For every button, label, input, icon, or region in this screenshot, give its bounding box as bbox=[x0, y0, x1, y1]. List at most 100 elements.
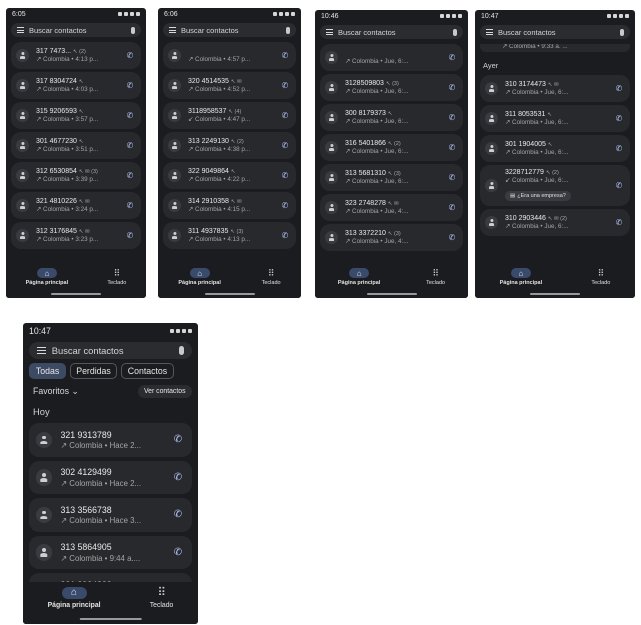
contact-avatar[interactable] bbox=[325, 51, 338, 64]
phone-call-icon[interactable]: ✆ bbox=[279, 81, 291, 90]
call-log-entry-partial[interactable]: ↗ Colombia • 9:33 a. ... bbox=[480, 44, 630, 52]
nav-home[interactable]: ⌂ Página principal bbox=[178, 268, 221, 286]
tab-todas[interactable]: Todas bbox=[29, 363, 66, 379]
menu-icon[interactable] bbox=[486, 29, 493, 35]
call-log-entry[interactable]: 301 1904005 ↖ ↗ Colombia • Jue, 6:... ✆ bbox=[480, 135, 630, 162]
contact-avatar[interactable] bbox=[325, 141, 338, 154]
contact-avatar[interactable] bbox=[485, 142, 498, 155]
microphone-icon[interactable] bbox=[179, 346, 185, 355]
menu-icon[interactable] bbox=[326, 29, 333, 35]
call-log-entry[interactable]: 3118958537 ↖ (4) ↙ Colombia • 4:47 p... ✆ bbox=[163, 102, 296, 129]
contact-avatar[interactable] bbox=[16, 109, 29, 122]
microphone-icon[interactable] bbox=[620, 28, 624, 36]
phone-call-icon[interactable]: ✆ bbox=[124, 141, 136, 150]
contact-avatar[interactable] bbox=[168, 229, 181, 242]
search-bar[interactable]: Buscar contactos bbox=[480, 25, 630, 39]
call-log-entry[interactable]: 321 4810226 ↖ ✉ ↗ Colombia • 3:24 p... ✆ bbox=[11, 192, 141, 219]
microphone-icon[interactable] bbox=[131, 26, 135, 34]
search-bar[interactable]: Buscar contactos bbox=[320, 25, 463, 39]
call-log-entry[interactable]: 312 3176845 ↖ ✉ ↗ Colombia • 3:23 p... ✆ bbox=[11, 222, 141, 249]
phone-call-icon[interactable]: ✆ bbox=[279, 231, 291, 240]
call-log-entry[interactable]: 310 3174473 ↖ ✉ ↗ Colombia • Jue, 6:... ✆ bbox=[480, 75, 630, 102]
call-log-entry[interactable]: 320 4514535 ↖ ✉ ↗ Colombia • 4:52 p... ✆ bbox=[163, 72, 296, 99]
phone-call-icon[interactable]: ✆ bbox=[124, 81, 136, 90]
phone-call-icon[interactable]: ✆ bbox=[279, 111, 291, 120]
nav-home[interactable]: ⌂ Página principal bbox=[48, 586, 101, 609]
phone-call-icon[interactable]: ✆ bbox=[124, 171, 136, 180]
call-log-entry[interactable]: ↗ Colombia • Jue, 6:... ✆ bbox=[320, 44, 463, 71]
contact-avatar[interactable] bbox=[168, 49, 181, 62]
phone-call-icon[interactable]: ✆ bbox=[446, 83, 458, 92]
call-log-entry[interactable]: 313 3372210 ↖ (3) ↗ Colombia • Jue, 4:... ✆ bbox=[320, 224, 463, 251]
call-log-entry[interactable]: 316 5401866 ↖ (2) ↗ Colombia • Jue, 6:... ✆ bbox=[320, 134, 463, 161]
contact-avatar[interactable] bbox=[16, 199, 29, 212]
phone-call-icon[interactable]: ✆ bbox=[613, 114, 625, 123]
phone-call-icon[interactable]: ✆ bbox=[446, 233, 458, 242]
call-log-entry[interactable]: 323 2748278 ↖ ✉ ↗ Colombia • Jue, 4:... ✆ bbox=[320, 194, 463, 221]
phone-call-icon[interactable]: ✆ bbox=[124, 111, 136, 120]
contact-avatar[interactable] bbox=[35, 544, 52, 561]
call-log-entry[interactable]: 314 2910358 ↖ ✉ ↗ Colombia • 4:15 p... ✆ bbox=[163, 192, 296, 219]
nav-keypad[interactable]: ⠿ Teclado bbox=[107, 268, 126, 286]
phone-call-icon[interactable]: ✆ bbox=[446, 203, 458, 212]
contact-avatar[interactable] bbox=[168, 79, 181, 92]
phone-call-icon[interactable]: ✆ bbox=[446, 53, 458, 62]
search-bar[interactable]: Buscar contactos bbox=[29, 341, 192, 360]
phone-call-icon[interactable]: ✆ bbox=[279, 141, 291, 150]
phone-call-icon[interactable]: ✆ bbox=[124, 201, 136, 210]
contact-avatar[interactable] bbox=[325, 171, 338, 184]
phone-call-icon[interactable]: ✆ bbox=[613, 144, 625, 153]
phone-call-icon[interactable]: ✆ bbox=[124, 231, 136, 240]
call-log-entry[interactable]: 321 9313789 ↗ Colombia • Hace 2... ✆ bbox=[29, 423, 192, 457]
contact-avatar[interactable] bbox=[16, 229, 29, 242]
phone-call-icon[interactable]: ✆ bbox=[124, 51, 136, 60]
contact-avatar[interactable] bbox=[485, 216, 498, 229]
call-log-entry[interactable]: 312 6530854 ↖ ✉ (3) ↗ Colombia • 3:39 p...… bbox=[11, 162, 141, 189]
nav-keypad[interactable]: ⠿ Teclado bbox=[150, 587, 174, 609]
search-bar[interactable]: Buscar contactos bbox=[11, 23, 141, 37]
contact-avatar[interactable] bbox=[35, 431, 52, 448]
contact-avatar[interactable] bbox=[35, 506, 52, 523]
tab-contactos[interactable]: Contactos bbox=[121, 363, 174, 379]
business-suggestion-chip[interactable]: ▤ ¿Era una empresa? bbox=[505, 191, 571, 201]
home-tab-pill[interactable]: ⌂ bbox=[36, 268, 57, 278]
home-tab-pill[interactable]: ⌂ bbox=[349, 268, 370, 278]
phone-call-icon[interactable]: ✆ bbox=[171, 472, 186, 483]
microphone-icon[interactable] bbox=[286, 26, 290, 34]
phone-call-icon[interactable]: ✆ bbox=[279, 171, 291, 180]
phone-call-icon[interactable]: ✆ bbox=[446, 143, 458, 152]
call-log-entry[interactable]: 321 2934823↗ Colombia • 9:33 a. ...✆ bbox=[29, 573, 192, 582]
call-log-entry[interactable]: 315 9206593 ↖ ↗ Colombia • 3:57 p... ✆ bbox=[11, 102, 141, 129]
call-log-entry[interactable]: 317 7473... ↖ (2) ↗ Colombia • 4:13 p... ✆ bbox=[11, 42, 141, 69]
menu-icon[interactable] bbox=[36, 346, 46, 355]
call-log-entry[interactable]: 313 5681310 ↖ (3) ↗ Colombia • Jue, 6:... ✆ bbox=[320, 164, 463, 191]
contact-avatar[interactable] bbox=[16, 169, 29, 182]
call-log-entry[interactable]: 3228712779 ↖ (2) ↙ Colombia • Jue, 6:... ▤ … bbox=[480, 165, 630, 206]
contact-avatar[interactable] bbox=[485, 112, 498, 125]
contact-avatar[interactable] bbox=[325, 231, 338, 244]
call-log-entry[interactable]: ↗ Colombia • 4:57 p... ✆ bbox=[163, 42, 296, 69]
phone-call-icon[interactable]: ✆ bbox=[613, 218, 625, 227]
home-tab-pill[interactable]: ⌂ bbox=[510, 268, 531, 278]
home-tab-pill[interactable]: ⌂ bbox=[189, 268, 210, 278]
contact-avatar[interactable] bbox=[168, 199, 181, 212]
call-log-entry[interactable]: 317 8304724 ↖ ↗ Colombia • 4:03 p... ✆ bbox=[11, 72, 141, 99]
nav-home[interactable]: ⌂ Página principal bbox=[26, 268, 68, 286]
phone-call-icon[interactable]: ✆ bbox=[446, 113, 458, 122]
call-log-entry[interactable]: 311 4937835 ↖ (3) ↗ Colombia • 4:13 p... ✆ bbox=[163, 222, 296, 249]
contact-avatar[interactable] bbox=[168, 109, 181, 122]
call-log-entry[interactable]: 3128509803 ↖ (3) ↗ Colombia • Jue, 6:... ✆ bbox=[320, 74, 463, 101]
search-input[interactable]: Buscar contactos bbox=[29, 26, 131, 35]
contact-avatar[interactable] bbox=[16, 49, 29, 62]
tab-perdidas[interactable]: Perdidas bbox=[69, 363, 118, 379]
nav-keypad[interactable]: ⠿ Teclado bbox=[591, 268, 610, 286]
contact-avatar[interactable] bbox=[325, 81, 338, 94]
search-bar[interactable]: Buscar contactos bbox=[163, 23, 296, 37]
contact-avatar[interactable] bbox=[485, 179, 498, 192]
nav-home[interactable]: ⌂ Página principal bbox=[338, 268, 380, 286]
microphone-icon[interactable] bbox=[453, 28, 457, 36]
search-input[interactable]: Buscar contactos bbox=[181, 26, 286, 35]
call-log-entry[interactable]: 301 4677230 ↖ ↗ Colombia • 3:51 p... ✆ bbox=[11, 132, 141, 159]
search-input[interactable]: Buscar contactos bbox=[338, 28, 453, 37]
nav-keypad[interactable]: ⠿ Teclado bbox=[262, 268, 281, 286]
